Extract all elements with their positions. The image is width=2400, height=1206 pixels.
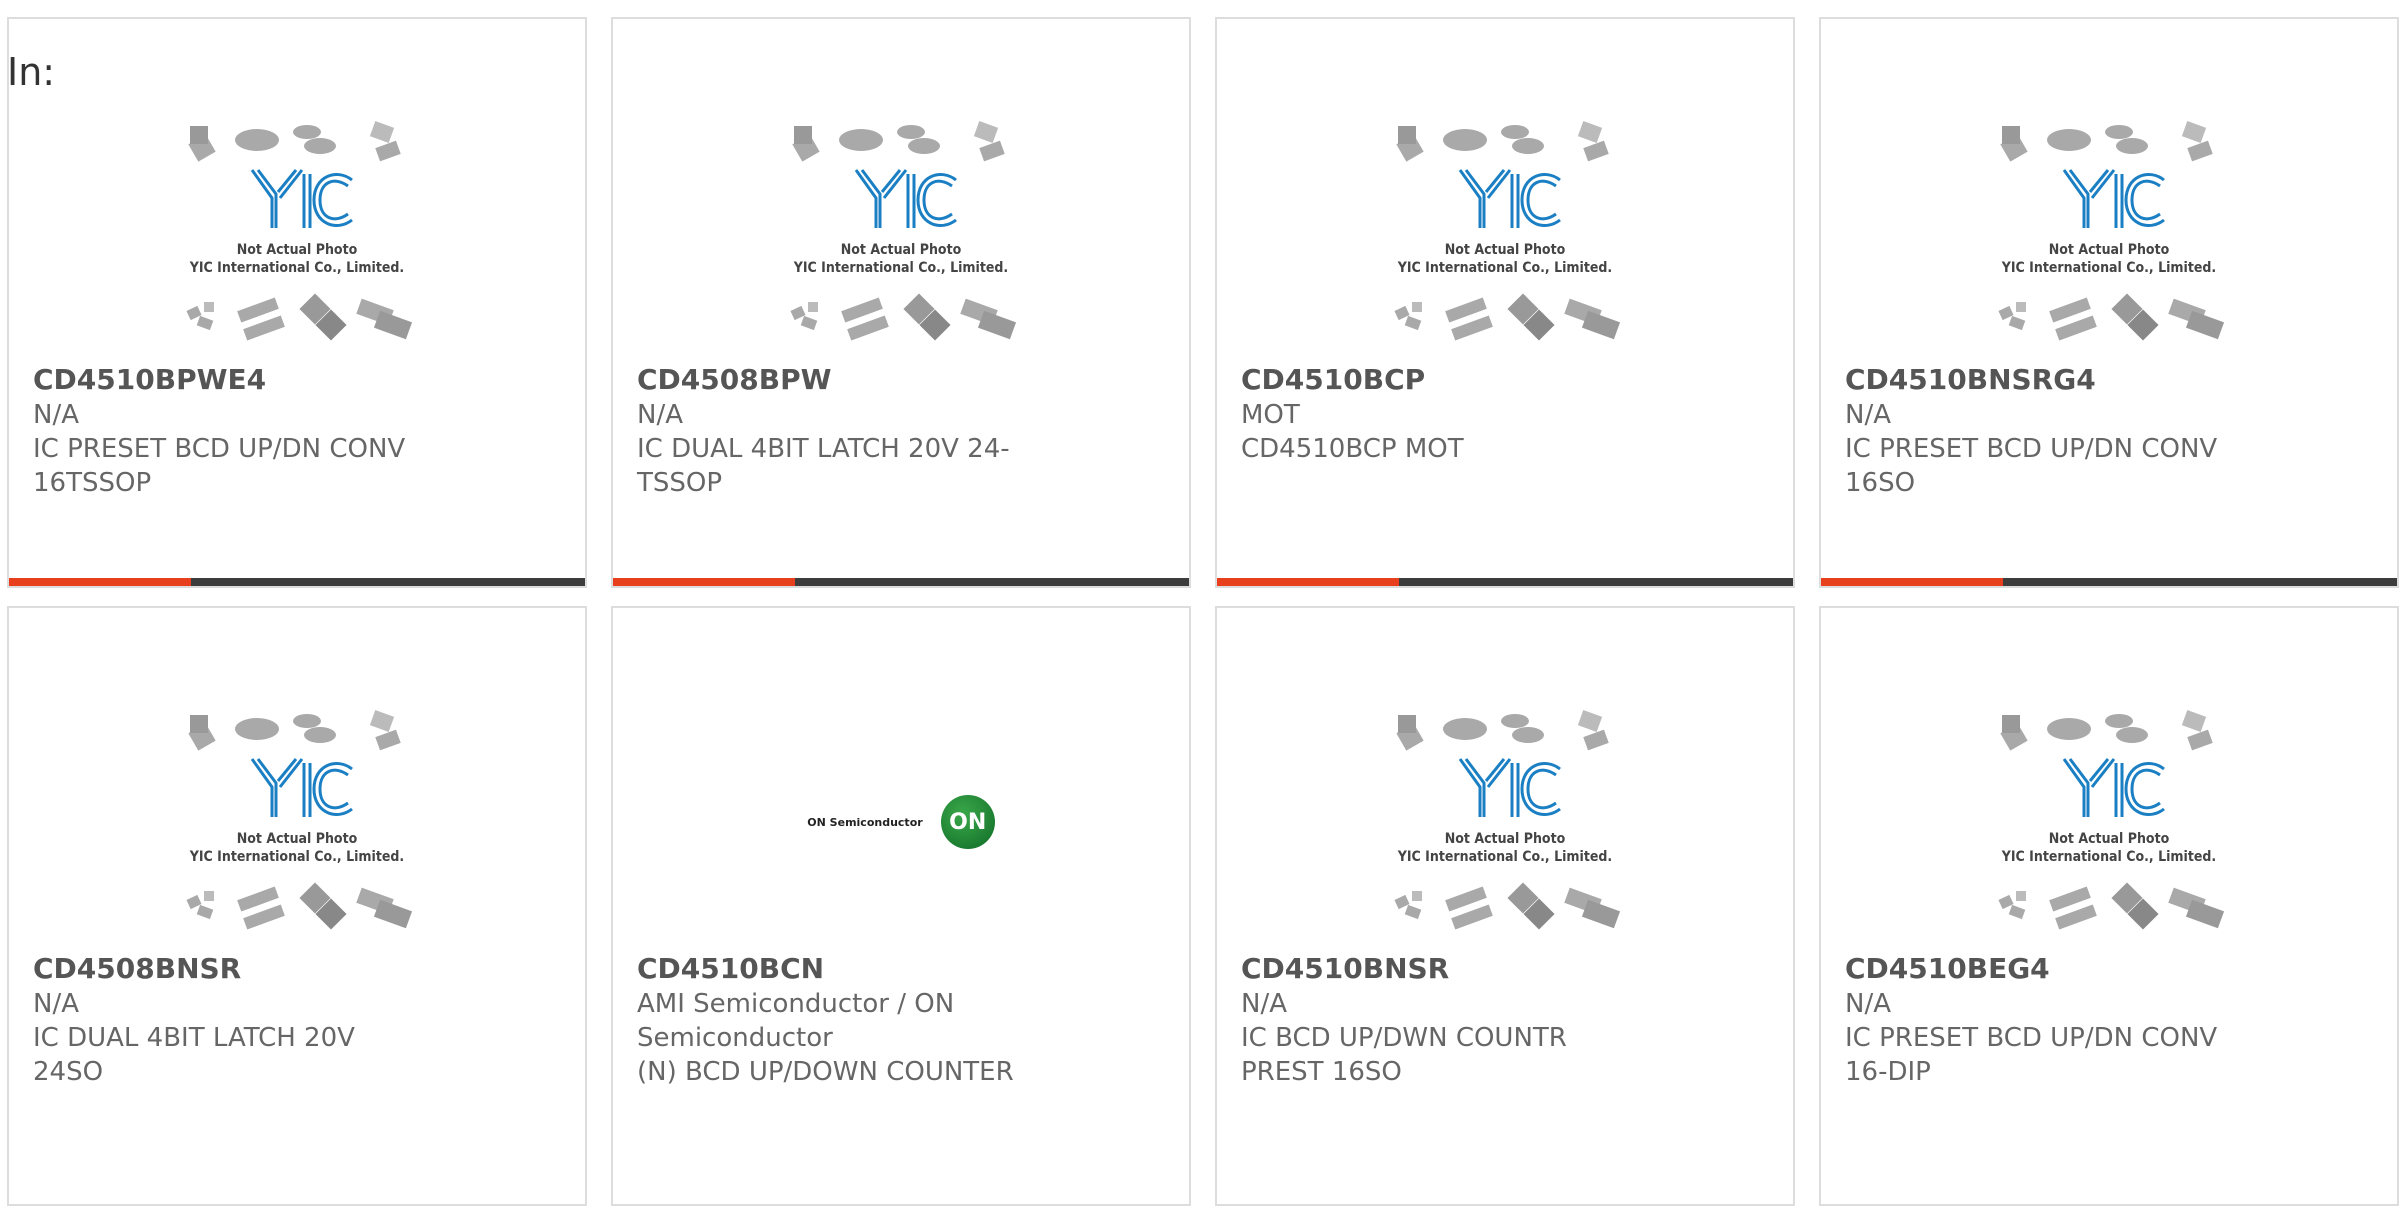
description: IC PRESET BCD UP/DN CONV 16TSSOP [33, 434, 406, 498]
card-footer-bar [613, 578, 1189, 586]
product-card[interactable]: Not Actual Photo YIC International Co., … [1215, 606, 1795, 1206]
part-number[interactable]: CD4508BPW [637, 362, 1165, 398]
placeholder-line2: YIC International Co., Limited. [1397, 260, 1612, 276]
description: (N) BCD UP/DOWN COUNTER [637, 1057, 1014, 1087]
yic-placeholder-icon: Not Actual Photo YIC International Co., … [1998, 121, 2225, 341]
manufacturer: N/A [33, 989, 79, 1019]
on-semiconductor-logo: ON Semiconductor ON [807, 795, 995, 849]
description: IC PRESET BCD UP/DN CONV 16-DIP [1845, 1023, 2218, 1087]
product-card[interactable]: Not Actual Photo YIC International Co., … [611, 17, 1191, 588]
product-image[interactable]: Not Actual Photo YIC International Co., … [1217, 104, 1793, 362]
description: IC BCD UP/DWN COUNTR PREST 16SO [1241, 1023, 1567, 1087]
manufacturer: N/A [1845, 989, 1891, 1019]
card-accent [1217, 578, 1399, 586]
card-accent [1821, 578, 2003, 586]
card-footer-bar [1821, 578, 2397, 586]
manufacturer: N/A [637, 400, 683, 430]
product-card[interactable]: Not Actual Photo YIC International Co., … [7, 606, 587, 1206]
card-footer-bar [9, 578, 585, 586]
manufacturer: MOT [1241, 400, 1300, 430]
yic-placeholder-icon: Not Actual Photo YIC International Co., … [1998, 710, 2225, 930]
placeholder-line2: YIC International Co., Limited. [2001, 849, 2216, 865]
product-image[interactable]: Not Actual Photo YIC International Co., … [9, 693, 585, 951]
description: CD4510BCP MOT [1241, 434, 1464, 464]
part-number[interactable]: CD4508BNSR [33, 951, 561, 987]
product-image[interactable]: Not Actual Photo YIC International Co., … [1821, 693, 2397, 951]
product-image[interactable]: Not Actual Photo YIC International Co., … [613, 104, 1189, 362]
product-card[interactable]: ON Semiconductor ON CD4510BCN AMI Semico… [611, 606, 1191, 1206]
product-card[interactable]: Not Actual Photo YIC International Co., … [1819, 17, 2399, 588]
placeholder-line2: YIC International Co., Limited. [2001, 260, 2216, 276]
placeholder-line1: Not Actual Photo [237, 242, 358, 258]
placeholder-line1: Not Actual Photo [1445, 242, 1566, 258]
in-label: In: [7, 50, 56, 94]
card-accent [613, 578, 795, 586]
manufacturer: N/A [1845, 400, 1891, 430]
placeholder-line2: YIC International Co., Limited. [189, 260, 404, 276]
placeholder-line1: Not Actual Photo [1445, 831, 1566, 847]
placeholder-line2: YIC International Co., Limited. [793, 260, 1008, 276]
product-image[interactable]: ON Semiconductor ON [613, 693, 1189, 951]
placeholder-line1: Not Actual Photo [2049, 831, 2170, 847]
manufacturer: N/A [1241, 989, 1287, 1019]
part-number[interactable]: CD4510BPWE4 [33, 362, 561, 398]
manufacturer: N/A [33, 400, 79, 430]
product-card[interactable]: Not Actual Photo YIC International Co., … [7, 17, 587, 588]
product-image[interactable]: Not Actual Photo YIC International Co., … [9, 104, 585, 362]
yic-placeholder-icon: Not Actual Photo YIC International Co., … [186, 121, 413, 341]
part-number[interactable]: CD4510BCN [637, 951, 1165, 987]
product-image[interactable]: Not Actual Photo YIC International Co., … [1821, 104, 2397, 362]
placeholder-line1: Not Actual Photo [237, 831, 358, 847]
card-accent [9, 578, 191, 586]
yic-placeholder-icon: Not Actual Photo YIC International Co., … [186, 710, 413, 930]
product-card[interactable]: Not Actual Photo YIC International Co., … [1215, 17, 1795, 588]
on-logo-text: ON Semiconductor [807, 815, 923, 829]
description: IC DUAL 4BIT LATCH 20V 24-TSSOP [637, 434, 1010, 498]
yic-placeholder-icon: Not Actual Photo YIC International Co., … [790, 121, 1017, 341]
placeholder-line1: Not Actual Photo [2049, 242, 2170, 258]
product-card[interactable]: Not Actual Photo YIC International Co., … [1819, 606, 2399, 1206]
yic-placeholder-icon: Not Actual Photo YIC International Co., … [1394, 121, 1621, 341]
product-image[interactable]: Not Actual Photo YIC International Co., … [1217, 693, 1793, 951]
card-footer-bar [1217, 578, 1793, 586]
part-number[interactable]: CD4510BEG4 [1845, 951, 2373, 987]
on-logo-badge: ON [940, 795, 995, 849]
yic-placeholder-icon: Not Actual Photo YIC International Co., … [1394, 710, 1621, 930]
description: IC PRESET BCD UP/DN CONV 16SO [1845, 434, 2218, 498]
part-number[interactable]: CD4510BCP [1241, 362, 1769, 398]
part-number[interactable]: CD4510BNSR [1241, 951, 1769, 987]
manufacturer: AMI Semiconductor / ON Semiconductor [637, 989, 955, 1053]
placeholder-line2: YIC International Co., Limited. [189, 849, 404, 865]
part-number[interactable]: CD4510BNSRG4 [1845, 362, 2373, 398]
description: IC DUAL 4BIT LATCH 20V 24SO [33, 1023, 355, 1087]
placeholder-line2: YIC International Co., Limited. [1397, 849, 1612, 865]
placeholder-line1: Not Actual Photo [841, 242, 962, 258]
product-grid: Not Actual Photo YIC International Co., … [0, 0, 2400, 1206]
